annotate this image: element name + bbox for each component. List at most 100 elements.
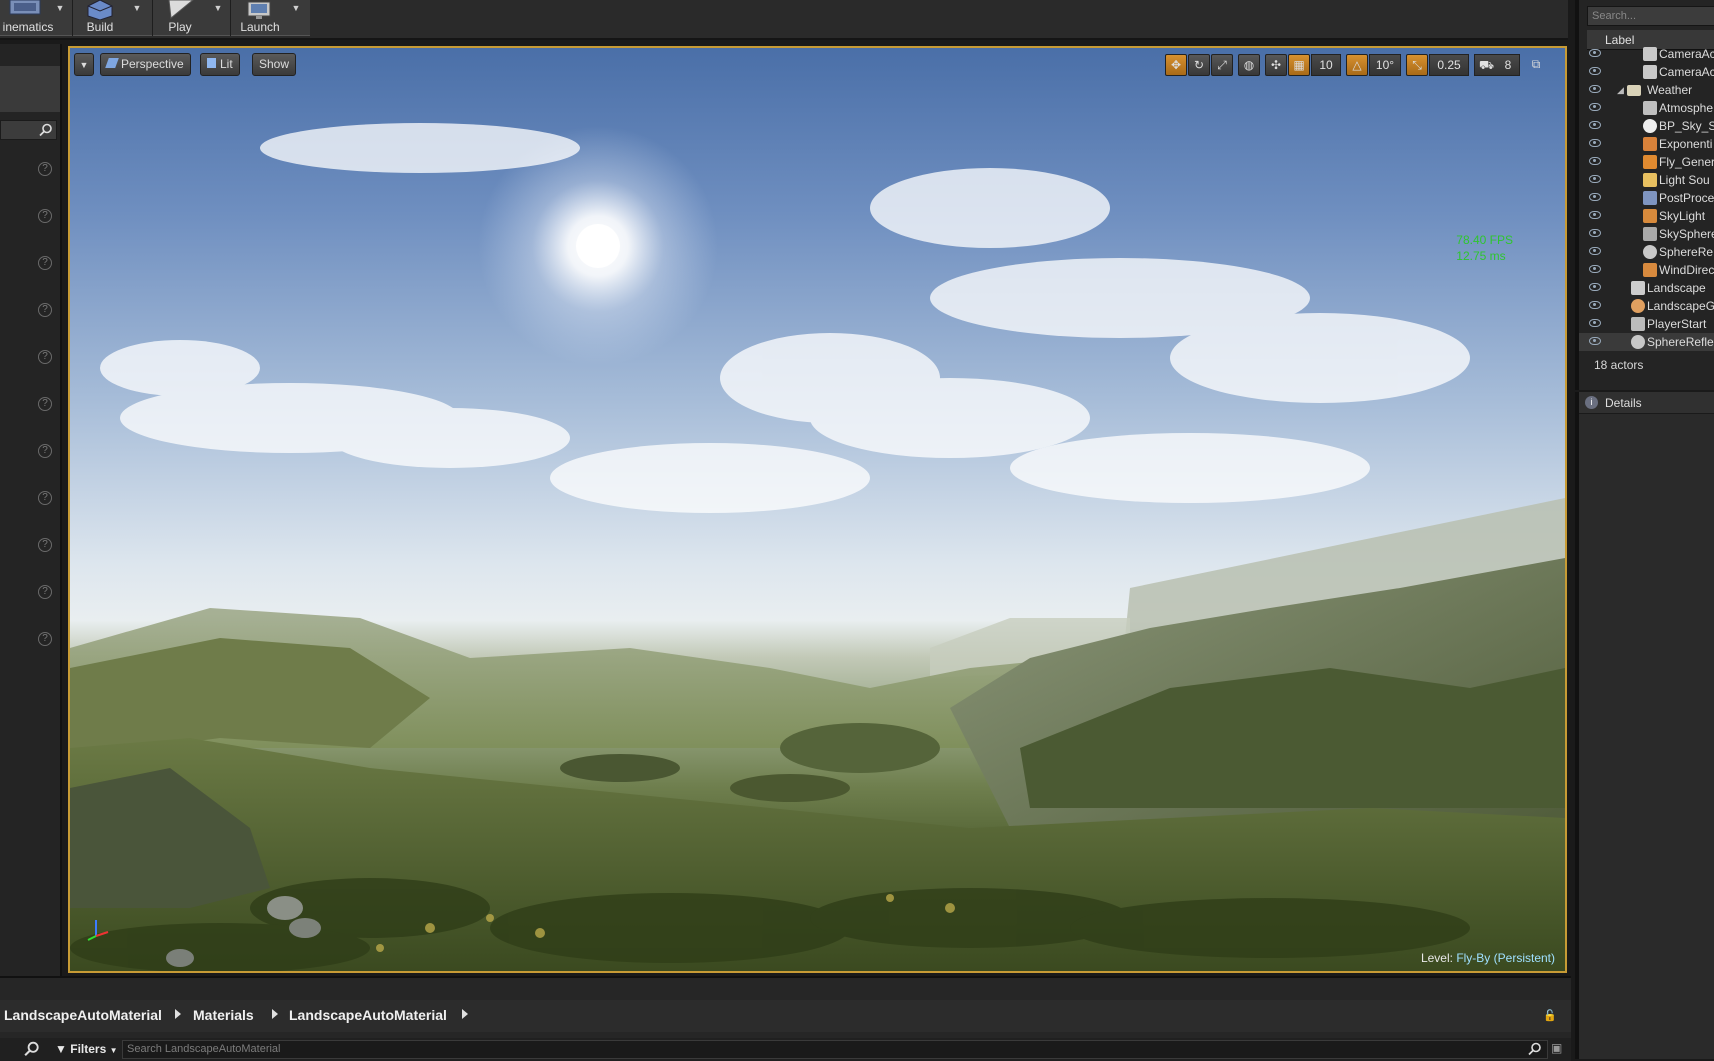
help-icon[interactable]: ?	[38, 256, 52, 270]
level-viewport[interactable]: ▼ Perspective Lit Show ✥ ↻ ⤢ ◍ ✣ ▦ 10 △ …	[68, 46, 1567, 973]
visibility-eye-icon[interactable]	[1589, 157, 1601, 165]
save-search-icon[interactable]: ▣	[1551, 1041, 1562, 1055]
play-button[interactable]: Play	[156, 0, 204, 36]
content-browser-search-input[interactable]: Search LandscapeAutoMaterial	[122, 1040, 1548, 1059]
translate-mode-icon[interactable]: ✥	[1165, 54, 1187, 76]
visibility-eye-icon[interactable]	[1589, 67, 1601, 75]
visibility-eye-icon[interactable]	[1589, 49, 1601, 57]
help-icon[interactable]: ?	[38, 303, 52, 317]
build-label: Build	[86, 20, 114, 34]
modes-search-input[interactable]	[0, 120, 57, 140]
outliner-row[interactable]: ◢ Weather	[1579, 81, 1714, 99]
build-dropdown-icon[interactable]: ▼	[131, 3, 143, 13]
camera-speed-button[interactable]: ⛟ 8	[1474, 54, 1520, 76]
collapse-arrow-icon[interactable]: ◢	[1617, 81, 1624, 99]
outliner-row[interactable]: CameraAc	[1579, 63, 1714, 81]
breadcrumb-item[interactable]: LandscapeAutoMaterial	[4, 1007, 162, 1023]
scale-snap-icon[interactable]: ⤡	[1406, 54, 1428, 76]
lock-icon[interactable]: 🔓	[1543, 1009, 1557, 1022]
launch-label: Launch	[240, 20, 280, 34]
visibility-eye-icon[interactable]	[1589, 211, 1601, 219]
visibility-eye-icon[interactable]	[1589, 247, 1601, 255]
world-local-icon[interactable]: ◍	[1238, 54, 1260, 76]
visibility-eye-icon[interactable]	[1589, 337, 1601, 345]
viewport-options-button[interactable]: ▼	[74, 53, 94, 76]
visibility-eye-icon[interactable]	[1589, 229, 1601, 237]
breadcrumb-arrow-icon[interactable]	[462, 1009, 468, 1019]
outliner-search-input[interactable]: Search...	[1587, 6, 1714, 26]
modes-panel-tab[interactable]	[0, 66, 60, 112]
reflection-capture-icon	[1643, 245, 1657, 259]
help-icon[interactable]: ?	[38, 585, 52, 599]
outliner-row-label: CameraAc	[1659, 65, 1714, 79]
help-icon[interactable]: ?	[38, 209, 52, 223]
breadcrumb-arrow-icon[interactable]	[272, 1009, 278, 1019]
outliner-row[interactable]: Exponenti	[1579, 135, 1714, 153]
launch-dropdown-icon[interactable]: ▼	[290, 3, 302, 13]
outliner-row[interactable]: WindDirec	[1579, 261, 1714, 279]
help-icon[interactable]: ?	[38, 350, 52, 364]
camera-actor-icon	[1643, 47, 1657, 61]
lit-button[interactable]: Lit	[200, 53, 240, 76]
outliner-row-label: PostProce	[1659, 191, 1714, 205]
outliner-row[interactable]: CameraAc	[1579, 45, 1714, 63]
help-icon[interactable]: ?	[38, 491, 52, 505]
outliner-row[interactable]: Landscape	[1579, 279, 1714, 297]
help-icon[interactable]: ?	[38, 397, 52, 411]
outliner-row[interactable]: LandscapeG	[1579, 297, 1714, 315]
details-tab[interactable]: i Details	[1579, 392, 1714, 414]
help-icon[interactable]: ?	[38, 162, 52, 176]
show-button[interactable]: Show	[252, 53, 297, 76]
breadcrumb-arrow-icon[interactable]	[175, 1009, 181, 1019]
cinematics-dropdown-icon[interactable]: ▼	[54, 3, 66, 13]
visibility-eye-icon[interactable]	[1589, 301, 1601, 309]
help-icon[interactable]: ?	[38, 538, 52, 552]
outliner-row-label: WindDirec	[1659, 263, 1714, 277]
grid-snap-value[interactable]: 10	[1311, 54, 1341, 76]
rotation-snap-icon[interactable]: △	[1346, 54, 1368, 76]
help-icon[interactable]: ?	[38, 444, 52, 458]
perspective-button[interactable]: Perspective	[100, 53, 191, 76]
visibility-eye-icon[interactable]	[1589, 121, 1601, 129]
content-browser: LandscapeAutoMaterial Materials Landscap…	[0, 976, 1571, 1061]
outliner-row[interactable]: PostProce	[1579, 189, 1714, 207]
grid-snap-icon[interactable]: ▦	[1288, 54, 1310, 76]
outliner-row-label: Landscape	[1647, 281, 1706, 295]
visibility-eye-icon[interactable]	[1589, 193, 1601, 201]
outliner-row[interactable]: Light Sou	[1579, 171, 1714, 189]
visibility-eye-icon[interactable]	[1589, 85, 1601, 93]
visibility-eye-icon[interactable]	[1589, 103, 1601, 111]
breadcrumb-item[interactable]: Materials	[193, 1007, 254, 1023]
filters-button[interactable]: ▼ Filters ▼	[55, 1040, 119, 1059]
maximize-viewport-icon[interactable]: ⧉	[1527, 54, 1545, 76]
post-process-icon	[1643, 191, 1657, 205]
surface-snap-icon[interactable]: ✣	[1265, 54, 1287, 76]
visibility-eye-icon[interactable]	[1589, 319, 1601, 327]
play-dropdown-icon[interactable]: ▼	[212, 3, 224, 13]
outliner-row[interactable]: Atmosphe	[1579, 99, 1714, 117]
outliner-row[interactable]: SkyLight	[1579, 207, 1714, 225]
outliner-row[interactable]: Fly_Gener	[1579, 153, 1714, 171]
outliner-row[interactable]: SkySphere	[1579, 225, 1714, 243]
visibility-eye-icon[interactable]	[1589, 283, 1601, 291]
outliner-row[interactable]: PlayerStart	[1579, 315, 1714, 333]
build-button[interactable]: Build	[76, 0, 124, 36]
help-icon[interactable]: ?	[38, 632, 52, 646]
outliner-row-selected[interactable]: SphereRefle	[1579, 333, 1714, 351]
cinematics-label: inematics	[2, 20, 54, 34]
outliner-row-label: LandscapeG	[1647, 299, 1714, 313]
cinematics-button[interactable]: inematics	[0, 0, 56, 36]
visibility-eye-icon[interactable]	[1589, 265, 1601, 273]
launch-button[interactable]: Launch	[234, 0, 286, 36]
outliner-row-label: CameraAc	[1659, 47, 1714, 61]
breadcrumb-item[interactable]: LandscapeAutoMaterial	[289, 1007, 447, 1023]
scale-snap-value[interactable]: 0.25	[1429, 54, 1469, 76]
particle-icon	[1643, 155, 1657, 169]
visibility-eye-icon[interactable]	[1589, 139, 1601, 147]
outliner-row[interactable]: BP_Sky_S	[1579, 117, 1714, 135]
outliner-row[interactable]: SphereRe	[1579, 243, 1714, 261]
visibility-eye-icon[interactable]	[1589, 175, 1601, 183]
scale-mode-icon[interactable]: ⤢	[1211, 54, 1233, 76]
rotate-mode-icon[interactable]: ↻	[1188, 54, 1210, 76]
rotation-snap-value[interactable]: 10°	[1369, 54, 1401, 76]
